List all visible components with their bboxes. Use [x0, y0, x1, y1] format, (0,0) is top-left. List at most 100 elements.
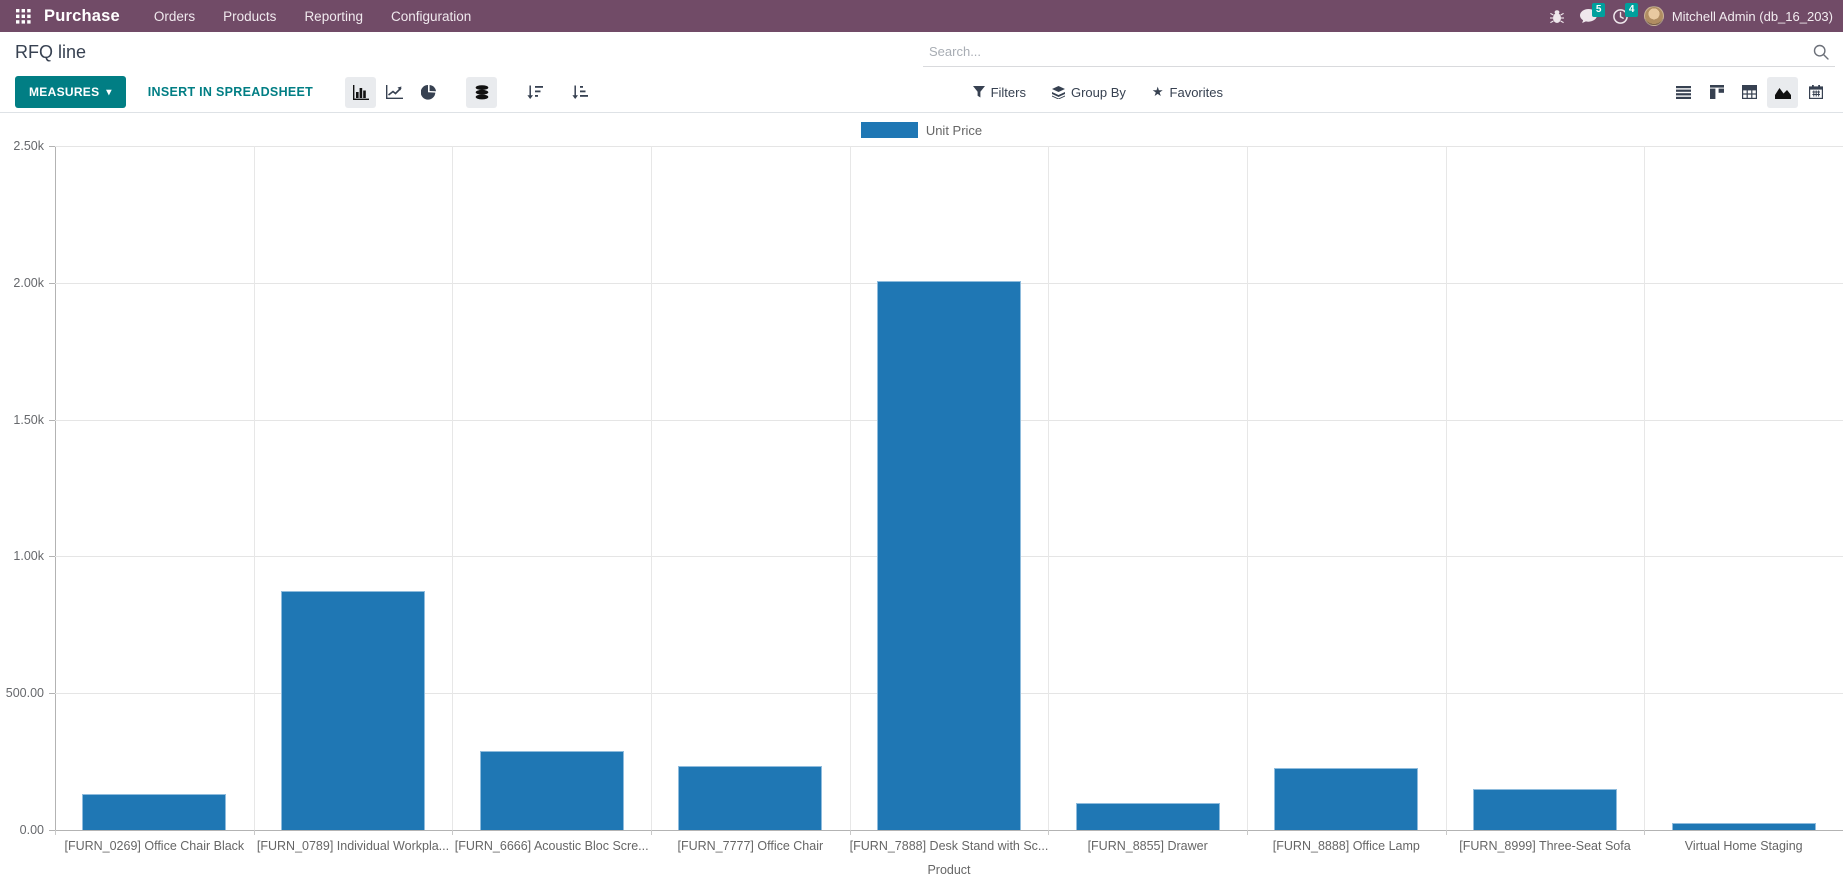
y-tick-mark [49, 283, 55, 284]
menu-item-products[interactable]: Products [211, 3, 288, 30]
filter-funnel-icon [973, 86, 985, 98]
y-tick-mark [49, 420, 55, 421]
main-menu: Orders Products Reporting Configuration [142, 3, 483, 30]
search-input[interactable]: Search... [923, 37, 1835, 67]
measures-label: MEASURES [29, 85, 99, 99]
measures-button[interactable]: MEASURES ▾ [15, 76, 126, 108]
breadcrumb-row: RFQ line Search... [0, 32, 1843, 72]
y-tick-mark [49, 693, 55, 694]
kanban-icon [1710, 85, 1724, 99]
v-gridline [452, 146, 453, 830]
filters-button[interactable]: Filters [962, 79, 1037, 106]
legend-unit-price[interactable]: Unit Price [0, 122, 1843, 138]
x-tick-mark [651, 830, 652, 835]
chart-bar[interactable] [82, 794, 226, 830]
chart-bar[interactable] [1672, 823, 1816, 830]
y-tick-label: 1.00k [0, 549, 44, 563]
favorites-button[interactable]: ★ Favorites [1141, 78, 1234, 106]
activities-count-badge: 4 [1625, 3, 1639, 17]
v-gridline [651, 146, 652, 830]
messages-button[interactable]: 5 [1580, 9, 1597, 24]
legend-swatch [861, 122, 918, 138]
chart-bar[interactable] [1076, 803, 1220, 830]
v-gridline [254, 146, 255, 830]
x-tick-label: [FURN_7777] Office Chair [651, 839, 850, 853]
y-axis-line [55, 146, 56, 830]
chart-bar[interactable] [1274, 768, 1418, 830]
x-tick-mark [55, 830, 56, 835]
menu-item-configuration[interactable]: Configuration [379, 3, 483, 30]
control-panel: MEASURES ▾ INSERT IN SPREADSHEET [0, 72, 1843, 113]
sort-asc-icon [572, 85, 588, 100]
x-tick-label: [FURN_7888] Desk Stand with Sc... [850, 839, 1049, 853]
v-gridline [1446, 146, 1447, 830]
calendar-view-button[interactable] [1800, 77, 1831, 108]
menu-item-orders[interactable]: Orders [142, 3, 207, 30]
v-gridline [850, 146, 851, 830]
filters-label: Filters [991, 85, 1026, 100]
debug-bug-icon[interactable] [1550, 9, 1564, 24]
group-by-button[interactable]: Group By [1041, 79, 1137, 106]
list-icon [1676, 86, 1691, 99]
x-tick-mark [850, 830, 851, 835]
grid-icon [16, 9, 31, 24]
messages-count-badge: 5 [1592, 3, 1606, 17]
database-stack-icon [475, 85, 489, 100]
x-tick-mark [1446, 830, 1447, 835]
list-view-button[interactable] [1668, 77, 1699, 108]
line-chart-icon [386, 85, 403, 99]
pivot-view-button[interactable] [1734, 77, 1765, 108]
graph-view-button[interactable] [1767, 77, 1798, 108]
app-name[interactable]: Purchase [44, 7, 120, 26]
bug-icon [1550, 9, 1564, 24]
y-tick-label: 500.00 [0, 686, 44, 700]
x-tick-label: [FURN_0789] Individual Workpla... [254, 839, 453, 853]
group-by-label: Group By [1071, 85, 1126, 100]
chart-bar[interactable] [480, 751, 624, 830]
chart-bar[interactable] [1473, 789, 1617, 830]
sort-ascending-button[interactable] [564, 77, 595, 108]
x-tick-label: [FURN_6666] Acoustic Bloc Scre... [452, 839, 651, 853]
pie-chart-mode-button[interactable] [413, 77, 444, 108]
page-title: RFQ line [15, 42, 86, 63]
pie-chart-icon [421, 85, 436, 100]
x-tick-mark [452, 830, 453, 835]
menu-item-reporting[interactable]: Reporting [292, 3, 375, 30]
v-gridline [1048, 146, 1049, 830]
view-switcher [1668, 77, 1831, 108]
y-tick-mark [49, 556, 55, 557]
apps-menu-icon[interactable] [10, 3, 36, 29]
line-chart-mode-button[interactable] [379, 77, 410, 108]
graph-view: Unit Price 2.50k2.00k1.50k1.00k500.000.0… [0, 113, 1843, 882]
x-tick-label: [FURN_8999] Three-Seat Sofa [1446, 839, 1645, 853]
chart-bar[interactable] [877, 281, 1021, 830]
x-tick-mark [1048, 830, 1049, 835]
x-axis-title: Product [55, 863, 1843, 877]
activities-button[interactable]: 4 [1613, 9, 1628, 24]
sort-desc-icon [527, 85, 543, 100]
top-navbar: Purchase Orders Products Reporting Confi… [0, 0, 1843, 32]
caret-down-icon: ▾ [106, 87, 111, 98]
sort-descending-button[interactable] [519, 77, 550, 108]
y-tick-label: 1.50k [0, 413, 44, 427]
calendar-icon [1809, 85, 1823, 99]
x-tick-mark [1247, 830, 1248, 835]
user-menu[interactable]: Mitchell Admin (db_16_203) [1644, 6, 1833, 26]
bar-chart-icon [353, 85, 369, 100]
x-tick-label: [FURN_8855] Drawer [1048, 839, 1247, 853]
x-tick-mark [1644, 830, 1645, 835]
y-tick-label: 0.00 [0, 823, 44, 837]
search-icon[interactable] [1813, 44, 1829, 60]
graph-icon [1775, 86, 1791, 99]
chart-bar[interactable] [281, 591, 425, 830]
star-icon: ★ [1152, 84, 1164, 100]
layers-icon [1052, 86, 1065, 99]
kanban-view-button[interactable] [1701, 77, 1732, 108]
insert-in-spreadsheet-button[interactable]: INSERT IN SPREADSHEET [134, 85, 327, 99]
x-tick-label: [FURN_0269] Office Chair Black [55, 839, 254, 853]
bar-chart-mode-button[interactable] [345, 77, 376, 108]
stacked-toggle-button[interactable] [466, 77, 497, 108]
v-gridline [1247, 146, 1248, 830]
chart-bar[interactable] [678, 766, 822, 830]
y-tick-mark [49, 146, 55, 147]
